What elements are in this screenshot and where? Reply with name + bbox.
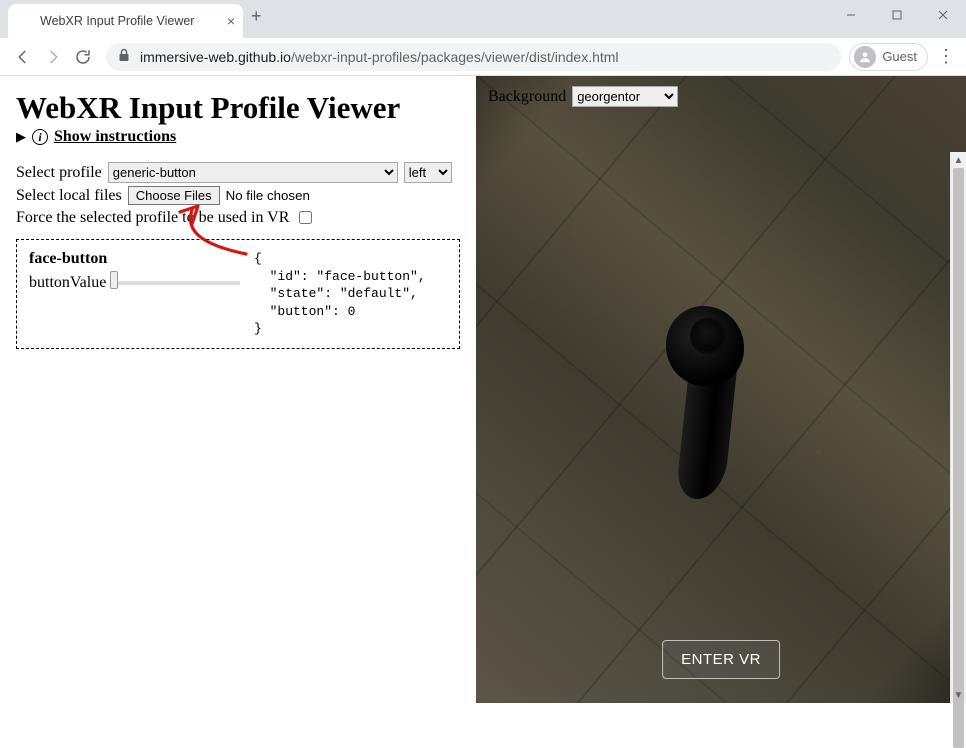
- select-local-files-label: Select local files: [16, 187, 122, 205]
- browser-tab-strip: WebXR Input Profile Viewer × +: [0, 0, 966, 38]
- scroll-up-button[interactable]: ▲: [951, 152, 966, 168]
- favicon-icon: [16, 13, 32, 29]
- address-bar: immersive-web.github.io/webxr-input-prof…: [0, 38, 966, 76]
- reload-button[interactable]: [68, 42, 98, 72]
- back-button[interactable]: [8, 42, 38, 72]
- force-vr-label: Force the selected profile to be used in…: [16, 209, 289, 227]
- controller-model: [666, 306, 756, 506]
- enter-vr-button[interactable]: ENTER VR: [662, 640, 780, 679]
- button-value-slider[interactable]: [110, 281, 240, 285]
- profile-chip[interactable]: Guest: [849, 43, 928, 71]
- disclosure-triangle-icon[interactable]: ▶: [16, 129, 26, 145]
- left-pane: WebXR Input Profile Viewer ▶ i Show inst…: [0, 76, 476, 703]
- page-title: WebXR Input Profile Viewer: [16, 90, 460, 126]
- guest-label: Guest: [882, 49, 917, 64]
- component-title: face-button: [29, 250, 244, 268]
- profile-select[interactable]: generic-button: [108, 162, 398, 183]
- component-json: { "id": "face-button", "state": "default…: [254, 250, 426, 338]
- window-controls: [828, 0, 966, 30]
- url-text: immersive-web.github.io/webxr-input-prof…: [140, 49, 619, 65]
- forward-button[interactable]: [38, 42, 68, 72]
- scroll-down-button[interactable]: ▼: [951, 687, 966, 703]
- new-tab-button[interactable]: +: [251, 6, 262, 27]
- handedness-select[interactable]: left: [404, 162, 452, 183]
- viewer-canvas[interactable]: Background georgentor ENTER VR: [476, 76, 966, 703]
- component-panel: face-button buttonValue { "id": "face-bu…: [16, 239, 460, 349]
- url-input[interactable]: immersive-web.github.io/webxr-input-prof…: [106, 43, 841, 71]
- background-label: Background: [488, 88, 566, 106]
- close-window-button[interactable]: [920, 0, 966, 30]
- vertical-scrollbar[interactable]: ▲ ▼: [950, 152, 966, 703]
- avatar-icon: [854, 46, 876, 68]
- show-instructions-link[interactable]: Show instructions: [54, 128, 176, 146]
- minimize-button[interactable]: [828, 0, 874, 30]
- select-profile-label: Select profile: [16, 164, 102, 182]
- force-vr-checkbox[interactable]: [299, 211, 312, 224]
- file-status: No file chosen: [226, 188, 310, 203]
- tab-title: WebXR Input Profile Viewer: [40, 14, 194, 28]
- browser-menu-button[interactable]: ⋮: [934, 46, 958, 67]
- slider-label: buttonValue: [29, 274, 106, 292]
- maximize-button[interactable]: [874, 0, 920, 30]
- background-select[interactable]: georgentor: [572, 86, 678, 107]
- scroll-thumb[interactable]: [953, 168, 964, 748]
- close-tab-icon[interactable]: ×: [227, 14, 235, 28]
- choose-files-button[interactable]: Choose Files: [128, 186, 220, 205]
- lock-icon: [118, 48, 130, 65]
- info-icon: i: [32, 129, 48, 145]
- browser-tab[interactable]: WebXR Input Profile Viewer ×: [8, 4, 243, 38]
